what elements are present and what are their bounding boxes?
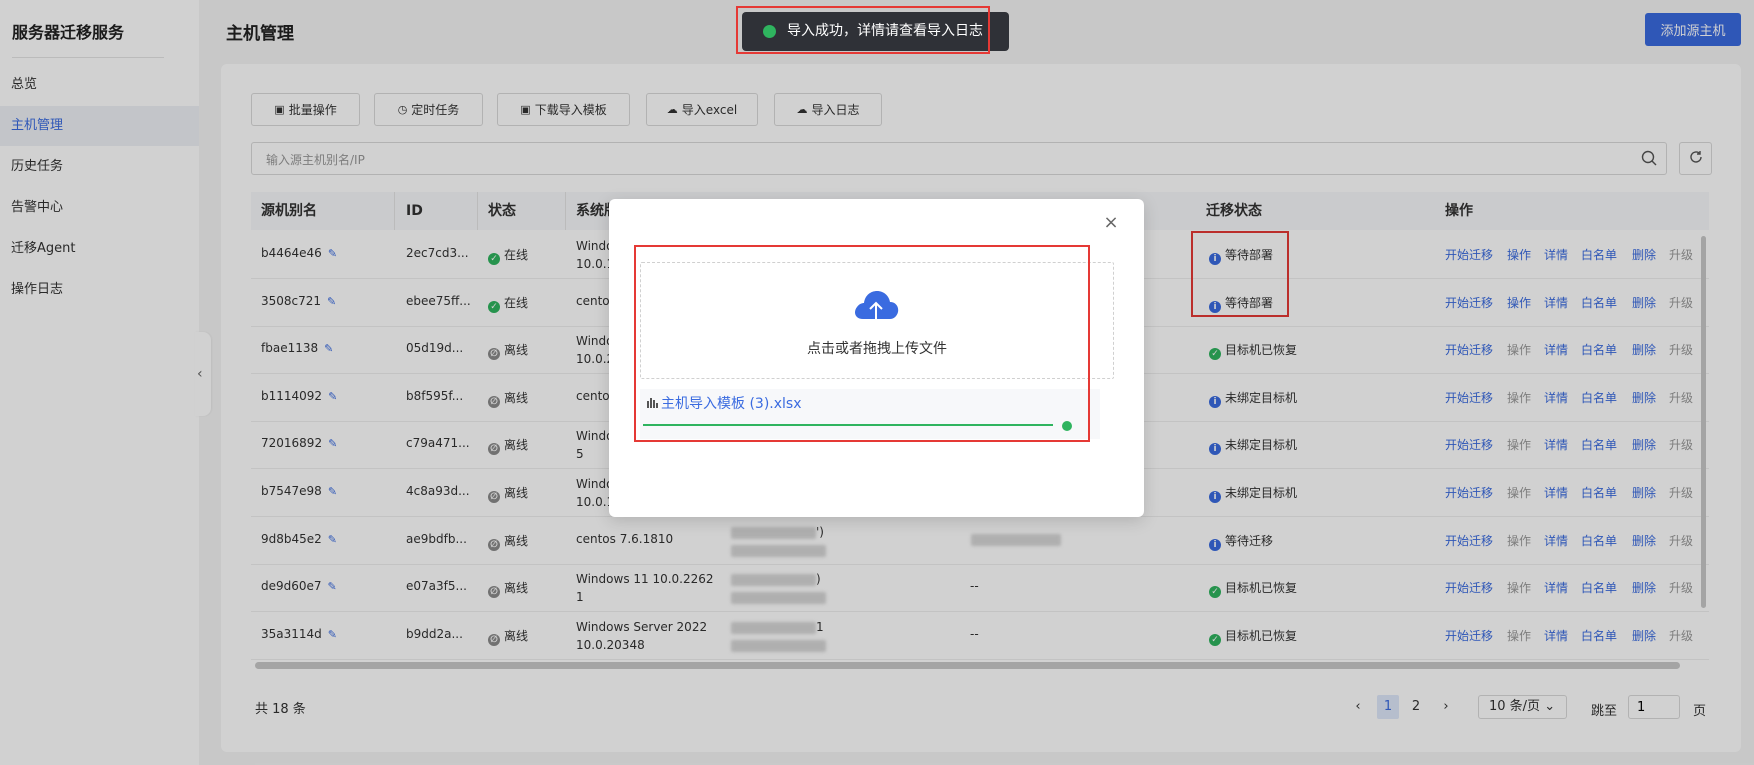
annotation-box-toast [736, 6, 990, 54]
annotation-box-upload [634, 245, 1090, 442]
close-icon[interactable]: × [1101, 213, 1121, 233]
